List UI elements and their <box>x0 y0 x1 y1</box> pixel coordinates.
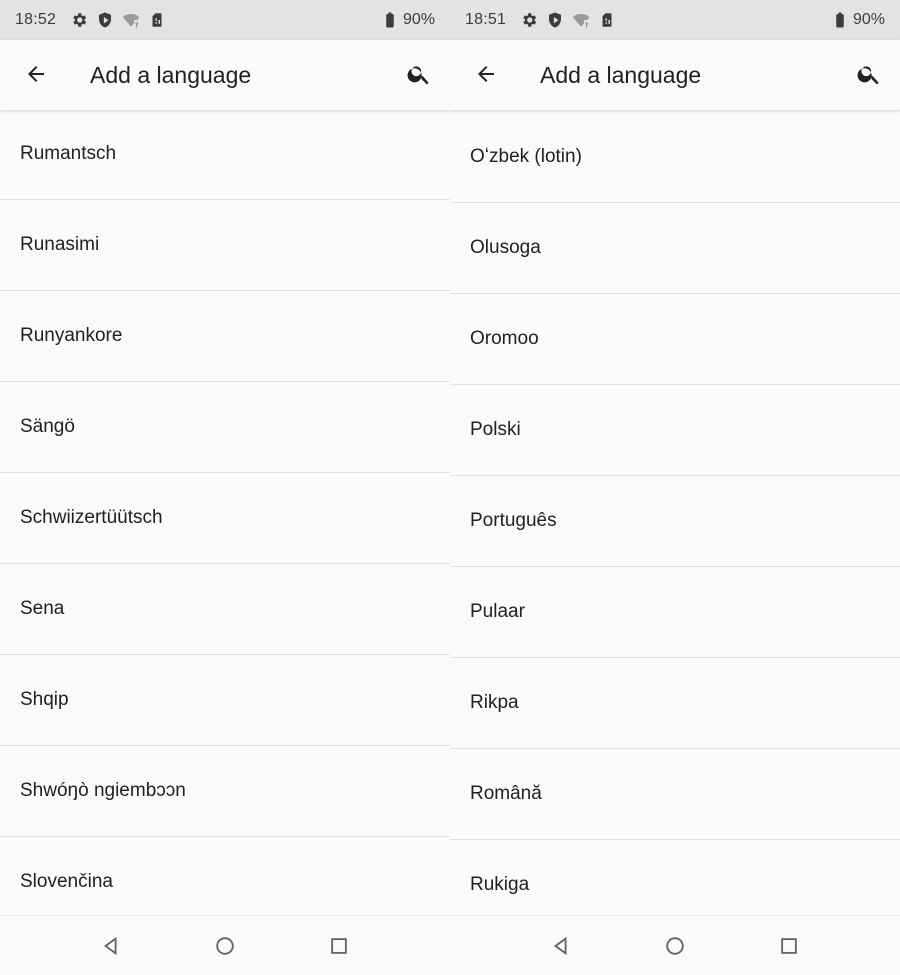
language-item[interactable]: Rikpa <box>450 658 900 749</box>
language-item[interactable]: Português <box>450 476 900 567</box>
battery-percent: 90% <box>402 11 435 28</box>
search-button[interactable] <box>848 53 890 95</box>
back-button[interactable] <box>15 53 57 95</box>
app-bar: Add a language <box>0 40 450 110</box>
nav-recents-button[interactable] <box>327 934 351 958</box>
split-screen: 18:52 ? 90% Add a language Rumantsch Run… <box>0 0 900 975</box>
language-list: Oʻzbek (lotin) Olusoga Oromoo Polski Por… <box>450 112 900 931</box>
back-button[interactable] <box>465 53 507 95</box>
battery-percent: 90% <box>852 11 885 28</box>
page-title: Add a language <box>90 62 252 88</box>
language-item[interactable]: Rumantsch <box>0 109 450 200</box>
recents-square-icon <box>331 938 347 954</box>
home-circle-icon <box>666 937 684 955</box>
nav-recents-button[interactable] <box>777 934 801 958</box>
home-circle-icon <box>216 937 234 955</box>
language-item[interactable]: Sena <box>0 564 450 655</box>
app-bar: Add a language <box>450 40 900 110</box>
language-item[interactable]: Runyankore <box>0 291 450 382</box>
back-arrow-icon <box>28 66 44 82</box>
search-icon <box>857 66 879 85</box>
status-bar: 18:51 ? 90% <box>450 0 900 40</box>
language-item[interactable]: Shqip <box>0 655 450 746</box>
language-item[interactable]: Polski <box>450 385 900 476</box>
svg-text:?: ? <box>135 22 139 30</box>
language-list: Rumantsch Runasimi Runyankore Sängö Schw… <box>0 109 450 928</box>
back-triangle-icon <box>553 936 567 956</box>
page-title: Add a language <box>540 62 702 88</box>
nav-back-button[interactable] <box>549 934 573 958</box>
navigation-bar <box>450 915 900 975</box>
sim-card-icon <box>598 11 616 29</box>
settings-icon <box>520 11 538 29</box>
language-item[interactable]: Sängö <box>0 382 450 473</box>
phone-screen-left: 18:52 ? 90% Add a language Rumantsch Run… <box>0 0 450 975</box>
nav-back-button[interactable] <box>99 934 123 958</box>
battery-icon <box>831 11 849 29</box>
language-item[interactable]: Schwiizertüütsch <box>0 473 450 564</box>
language-item[interactable]: Oromoo <box>450 294 900 385</box>
language-item[interactable]: Shwóŋò ngiembɔɔn <box>0 746 450 837</box>
navigation-bar <box>0 915 450 975</box>
shield-icon <box>96 11 114 29</box>
status-time: 18:51 <box>465 11 507 28</box>
search-icon <box>407 66 429 85</box>
wifi-question-icon: ? <box>122 11 140 29</box>
settings-icon <box>70 11 88 29</box>
language-item[interactable]: Olusoga <box>450 203 900 294</box>
back-triangle-icon <box>103 936 117 956</box>
language-item[interactable]: Oʻzbek (lotin) <box>450 112 900 203</box>
svg-text:?: ? <box>585 22 589 30</box>
wifi-question-icon: ? <box>572 11 590 29</box>
battery-icon <box>381 11 399 29</box>
search-button[interactable] <box>398 53 440 95</box>
language-item[interactable]: Pulaar <box>450 567 900 658</box>
nav-home-button[interactable] <box>663 934 687 958</box>
back-arrow-icon <box>478 66 494 82</box>
status-bar: 18:52 ? 90% <box>0 0 450 40</box>
sim-card-icon <box>148 11 166 29</box>
language-item[interactable]: Română <box>450 749 900 840</box>
nav-home-button[interactable] <box>213 934 237 958</box>
recents-square-icon <box>781 938 797 954</box>
phone-screen-right: 18:51 ? 90% Add a language Oʻzbek (lotin… <box>450 0 900 975</box>
status-time: 18:52 <box>15 11 57 28</box>
shield-icon <box>546 11 564 29</box>
language-item[interactable]: Runasimi <box>0 200 450 291</box>
